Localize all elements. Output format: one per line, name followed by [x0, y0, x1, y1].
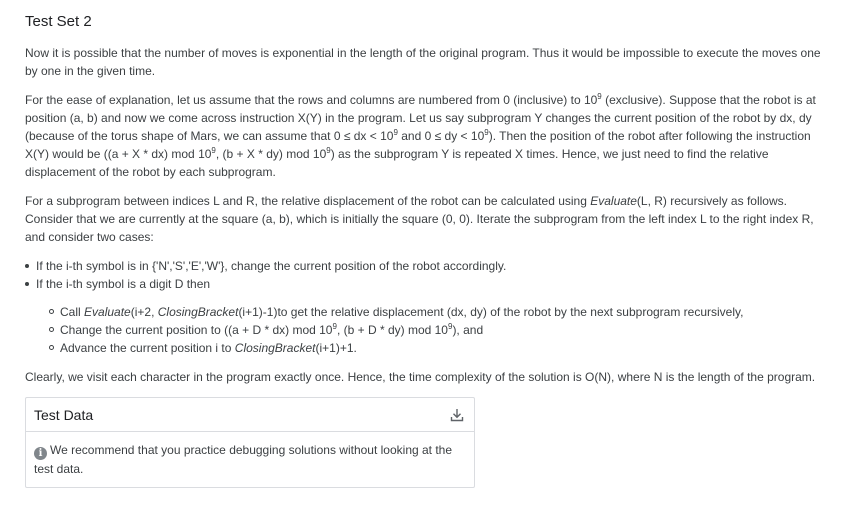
- paragraph-complexity: Clearly, we visit each character in the …: [25, 370, 816, 384]
- test-data-note: i We recommend that you practice debuggin…: [26, 432, 474, 487]
- paragraph-intro: Now it is possible that the number of mo…: [25, 46, 821, 78]
- info-icon: i: [34, 447, 47, 460]
- paragraph-explanation: For the ease of explanation, let us assu…: [25, 92, 816, 180]
- cases-list: If the i-th symbol is in {'N','S','E','W…: [25, 257, 835, 293]
- list-item: Call Evaluate(i+2, ClosingBracket(i+1)-1…: [49, 303, 835, 321]
- list-item: If the i-th symbol is a digit D then: [25, 275, 835, 293]
- list-item: If the i-th symbol is in {'N','S','E','W…: [25, 257, 835, 275]
- test-data-title: Test Data: [34, 406, 94, 423]
- section-title: Test Set 2: [25, 13, 92, 30]
- analysis-page: Test Set 2 Now it is possible that the n…: [0, 0, 851, 488]
- test-data-card-header: Test Data: [26, 398, 474, 432]
- digit-case-steps: Call Evaluate(i+2, ClosingBracket(i+1)-1…: [49, 303, 835, 357]
- paragraph-evaluate: For a subprogram between indices L and R…: [25, 194, 814, 244]
- test-data-card: Test Data i We recommend that you practic…: [25, 397, 475, 488]
- list-item: Change the current position to ((a + D *…: [49, 321, 835, 339]
- list-item: Advance the current position i to Closin…: [49, 339, 835, 357]
- test-data-note-text: We recommend that you practice debugging…: [34, 443, 453, 476]
- download-icon[interactable]: [448, 406, 466, 424]
